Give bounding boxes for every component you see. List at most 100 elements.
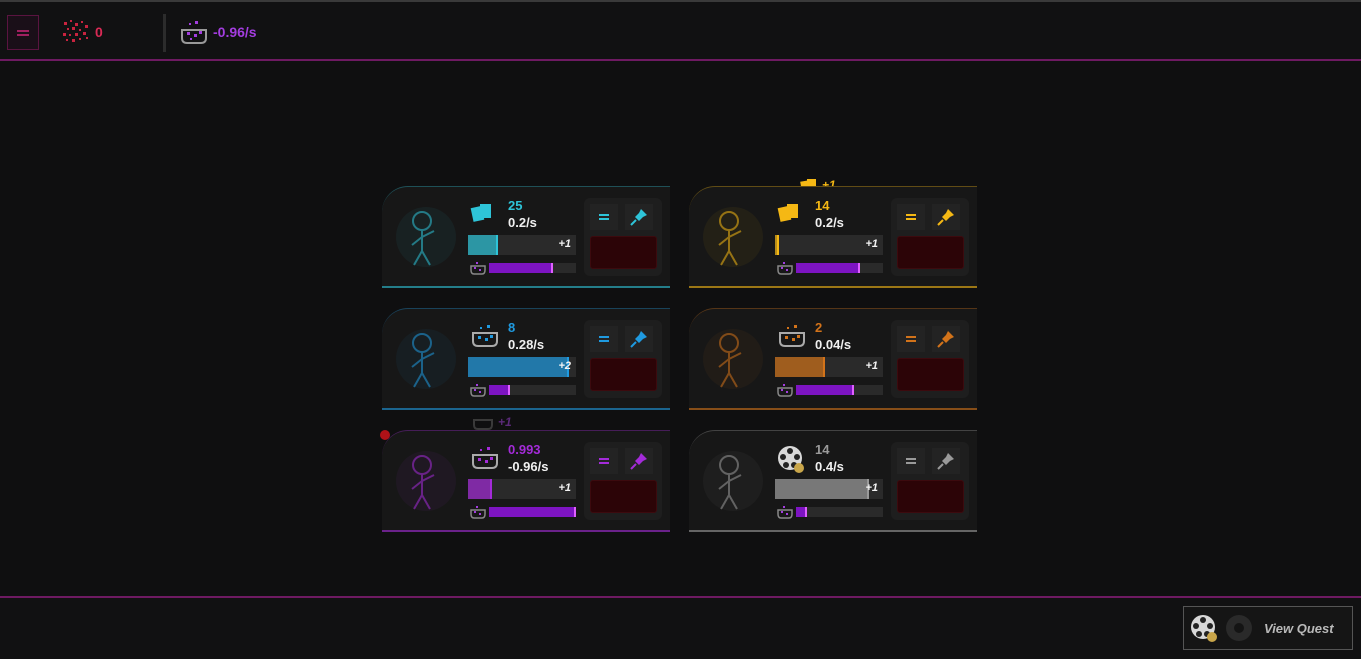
producer-card-paper: 25 0.2/s +1 bbox=[382, 186, 670, 288]
multiplier-label: +1 bbox=[865, 238, 878, 250]
worker-portrait[interactable] bbox=[701, 443, 765, 515]
resource-rate: 0.4/s bbox=[815, 459, 844, 474]
worker-portrait[interactable] bbox=[394, 199, 458, 271]
cost-fill bbox=[489, 263, 551, 273]
worker-portrait[interactable] bbox=[701, 199, 765, 271]
production-progress-bar: +1 bbox=[468, 235, 576, 255]
producer-card-ore: 2 0.04/s +1 bbox=[689, 308, 977, 410]
resource-count: 14 bbox=[815, 442, 830, 457]
pin-icon bbox=[630, 331, 647, 348]
divider bbox=[163, 14, 166, 52]
magic-cost-bar bbox=[489, 263, 576, 273]
floating-gain-text: +1 bbox=[498, 415, 512, 429]
upgrade-slot[interactable] bbox=[897, 480, 964, 513]
magic-cost-bar bbox=[489, 507, 576, 517]
red-particles-icon bbox=[63, 20, 88, 42]
progress-marker bbox=[777, 235, 779, 255]
pin-icon bbox=[630, 209, 647, 226]
view-quest-label: View Quest bbox=[1264, 620, 1334, 636]
upgrade-panel bbox=[584, 442, 662, 520]
equals-button[interactable] bbox=[897, 204, 925, 230]
equals-button[interactable] bbox=[590, 204, 618, 230]
magic-cost-bar bbox=[796, 385, 883, 395]
equals-button[interactable] bbox=[590, 448, 618, 474]
resource-count: 8 bbox=[508, 320, 516, 335]
cost-marker bbox=[852, 385, 854, 395]
cost-fill bbox=[489, 385, 508, 395]
multiplier-label: +1 bbox=[865, 482, 878, 494]
production-progress-bar: +1 bbox=[468, 479, 576, 499]
gold-cards-icon bbox=[777, 204, 798, 222]
upgrade-panel bbox=[891, 320, 969, 398]
progress-marker bbox=[490, 479, 492, 499]
cost-marker bbox=[805, 507, 807, 517]
magic-cost-icon bbox=[777, 506, 793, 519]
worker-portrait-icon bbox=[396, 207, 456, 267]
magic-cost-icon bbox=[777, 262, 793, 275]
pin-button[interactable] bbox=[625, 204, 653, 230]
production-progress-bar: +1 bbox=[775, 357, 883, 377]
worker-portrait-icon bbox=[703, 329, 763, 389]
magic-cost-bar bbox=[796, 263, 883, 273]
floating-gain-magic: +1 bbox=[472, 414, 512, 430]
equals-button[interactable] bbox=[590, 326, 618, 352]
producer-card-gold: 14 0.2/s +1 bbox=[689, 186, 977, 288]
worker-portrait-icon bbox=[396, 329, 456, 389]
pin-button[interactable] bbox=[932, 448, 960, 474]
bottom-bar: View Quest bbox=[0, 596, 1361, 659]
equals-button[interactable] bbox=[897, 326, 925, 352]
pin-button[interactable] bbox=[625, 326, 653, 352]
quest-disc-icon bbox=[1226, 615, 1252, 641]
multiplier-label: +1 bbox=[558, 482, 571, 494]
worker-portrait[interactable] bbox=[394, 443, 458, 515]
cost-marker bbox=[858, 263, 860, 273]
magic-cost-icon bbox=[470, 384, 486, 397]
resource-rate: 0.04/s bbox=[815, 337, 852, 352]
multiplier-label: +2 bbox=[558, 360, 571, 372]
pin-button[interactable] bbox=[932, 204, 960, 230]
cyan-cards-icon bbox=[470, 204, 491, 222]
resource-rate: 0.2/s bbox=[815, 215, 844, 230]
magic-cost-bar bbox=[796, 507, 883, 517]
cost-fill bbox=[796, 507, 805, 517]
upgrade-slot[interactable] bbox=[897, 358, 964, 391]
cost-marker bbox=[574, 507, 576, 517]
resource-count: 2 bbox=[815, 320, 823, 335]
film-reel-icon bbox=[778, 446, 804, 473]
pin-icon bbox=[937, 209, 954, 226]
upgrade-panel bbox=[584, 198, 662, 276]
particles-count: 0 bbox=[95, 24, 103, 40]
producer-card-water: 8 0.28/s +2 bbox=[382, 308, 670, 410]
pin-button[interactable] bbox=[625, 448, 653, 474]
cost-fill bbox=[796, 263, 858, 273]
pin-icon bbox=[630, 453, 647, 470]
cost-fill bbox=[796, 385, 852, 395]
multiplier-label: +1 bbox=[865, 360, 878, 372]
cost-marker bbox=[508, 385, 510, 395]
progress-fill bbox=[775, 479, 867, 499]
menu-button[interactable] bbox=[7, 15, 39, 50]
equals-icon bbox=[906, 214, 916, 216]
upgrade-panel bbox=[891, 442, 969, 520]
pin-button[interactable] bbox=[932, 326, 960, 352]
pin-icon bbox=[937, 331, 954, 348]
equals-icon bbox=[599, 458, 609, 460]
upgrade-slot[interactable] bbox=[590, 236, 657, 269]
equals-icon bbox=[599, 214, 609, 216]
view-quest-button[interactable]: View Quest bbox=[1183, 606, 1353, 650]
purple-cauldron-icon bbox=[181, 21, 207, 44]
worker-portrait[interactable] bbox=[701, 321, 765, 393]
worker-portrait-icon bbox=[396, 451, 456, 511]
upgrade-slot[interactable] bbox=[590, 480, 657, 513]
top-bar: 0 -0.96/s bbox=[0, 0, 1361, 61]
upgrade-panel bbox=[584, 320, 662, 398]
resource-particles: 0 bbox=[61, 18, 103, 46]
upgrade-slot[interactable] bbox=[897, 236, 964, 269]
producer-card-magic: 0.993 -0.96/s +1 bbox=[382, 430, 670, 532]
multiplier-label: +1 bbox=[558, 238, 571, 250]
resource-rate: 0.2/s bbox=[508, 215, 537, 230]
upgrade-slot[interactable] bbox=[590, 358, 657, 391]
progress-marker bbox=[823, 357, 825, 377]
equals-button[interactable] bbox=[897, 448, 925, 474]
worker-portrait[interactable] bbox=[394, 321, 458, 393]
